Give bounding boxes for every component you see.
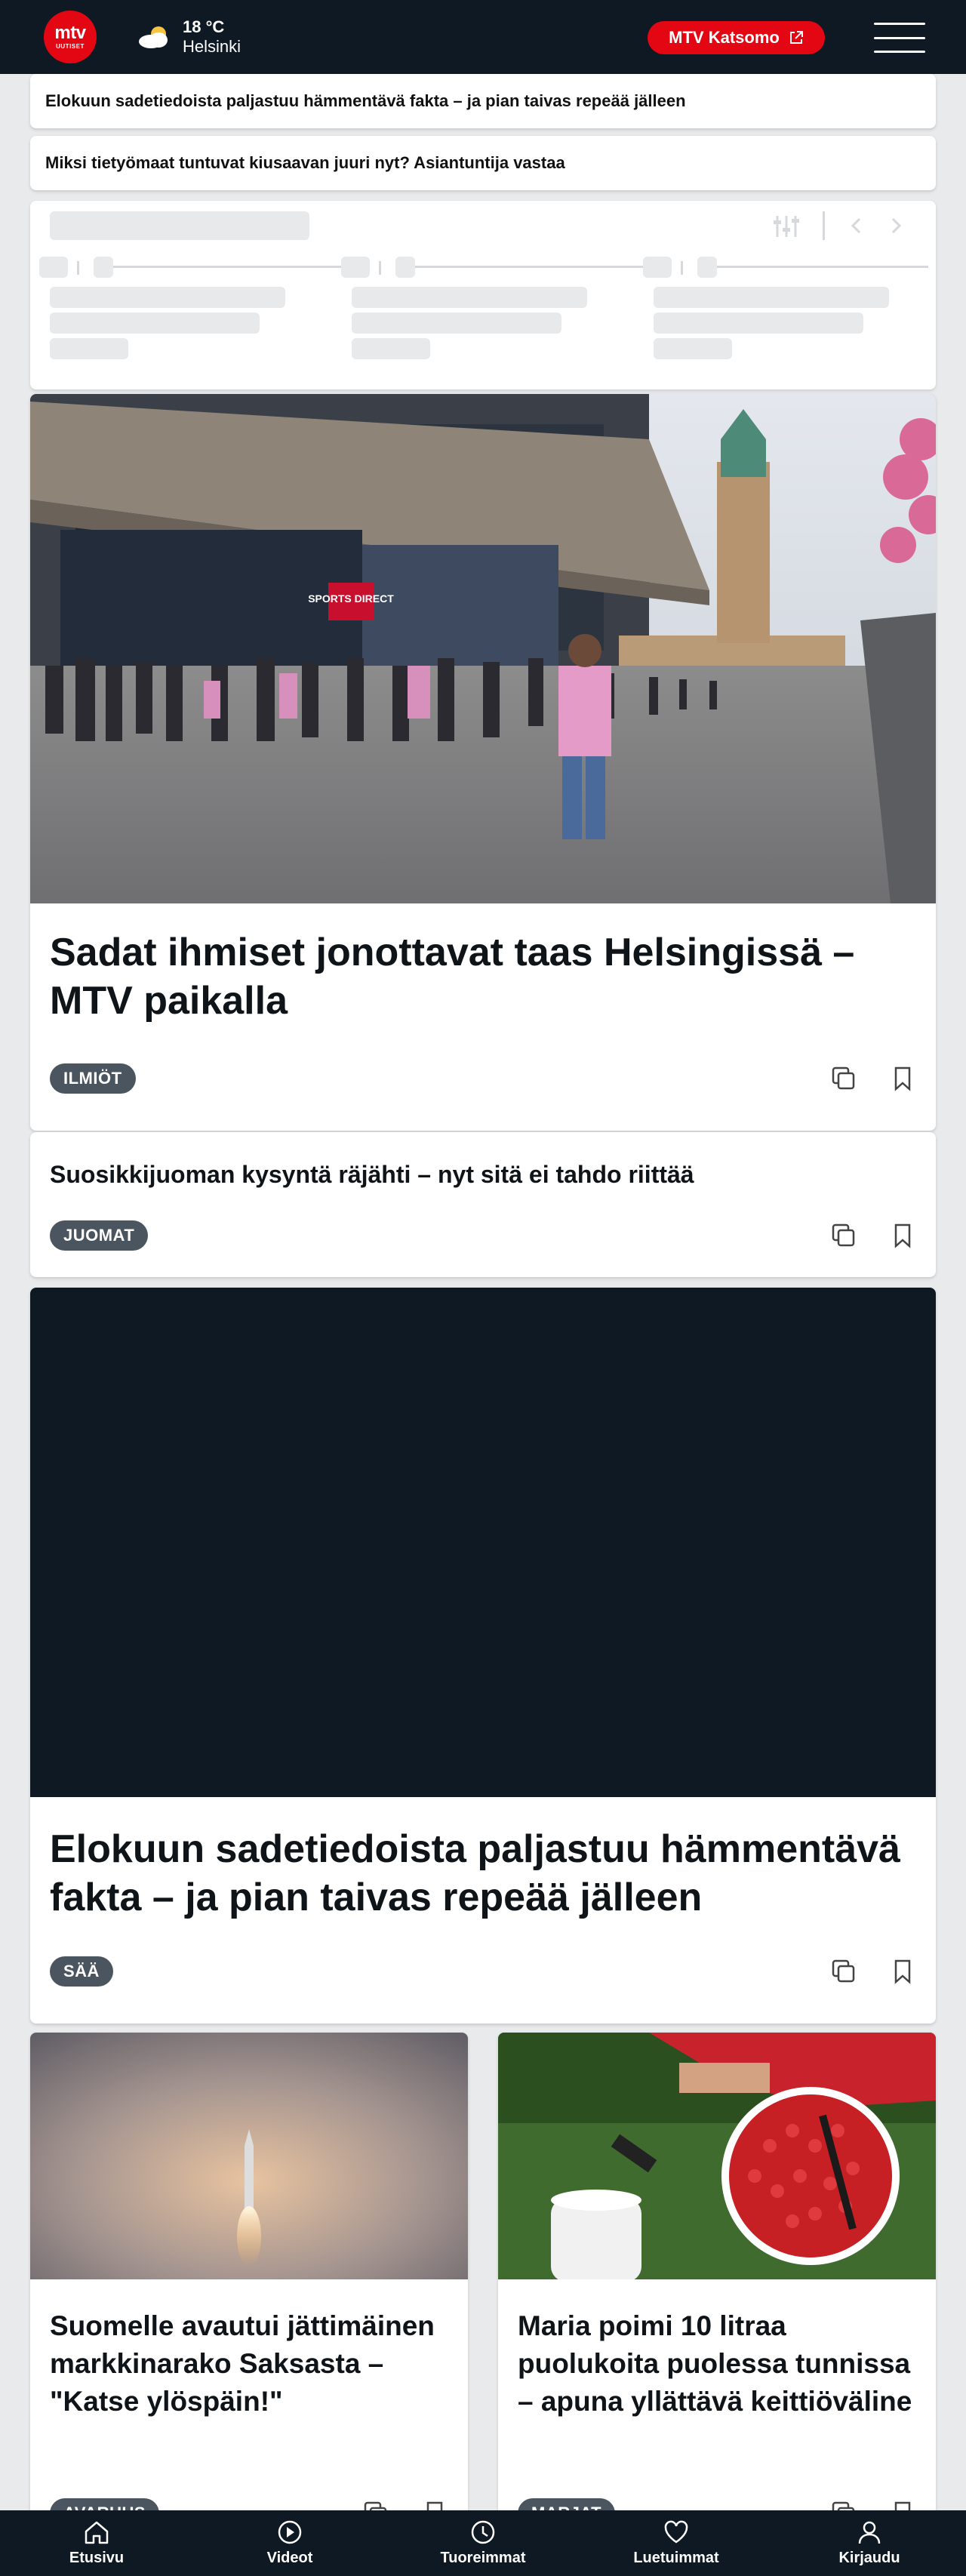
copy-icon[interactable] [830, 1222, 857, 1249]
article-title[interactable]: Elokuun sadetiedoista paljastuu hämmentä… [50, 1825, 918, 1922]
filter-icon[interactable] [771, 213, 801, 240]
nav-label: Tuoreimmat [440, 2550, 526, 2566]
weather-widget[interactable]: 18 °C Helsinki [136, 17, 241, 57]
link-item[interactable]: Elokuun sadetiedoista paljastuu hämmentä… [30, 74, 936, 128]
partly-cloudy-icon [136, 23, 174, 51]
link-text: Miksi tietyömaat tuntuvat kiusaavan juur… [45, 153, 565, 172]
article-title[interactable]: Maria poimi 10 litraa puolukoita puoless… [518, 2307, 918, 2421]
bookmark-icon[interactable] [889, 1222, 916, 1249]
hamburger-menu-icon[interactable] [874, 23, 925, 53]
weather-city: Helsinki [183, 37, 242, 56]
nav-item-videot[interactable]: Videot [214, 2519, 365, 2567]
nav-item-etusivu[interactable]: Etusivu [21, 2519, 172, 2567]
logo-subtext: UUTISET [56, 42, 85, 50]
user-icon [858, 2521, 881, 2544]
katsomo-label: MTV Katsomo [669, 28, 780, 47]
nav-item-kirjaudu[interactable]: Kirjaudu [794, 2519, 945, 2567]
article-title[interactable]: Suomelle avautui jättimäinen markkinarak… [50, 2307, 450, 2421]
mtv-logo[interactable]: mtv UUTISET [44, 11, 97, 63]
nav-label: Etusivu [69, 2550, 125, 2566]
article-card[interactable]: Suomelle avautui jättimäinen markkinarak… [30, 2033, 468, 2576]
article-image: SPORTS DIRECT [30, 394, 936, 903]
category-tag[interactable]: ILMIÖT [50, 1063, 136, 1094]
store-sign: SPORTS DIRECT [308, 592, 394, 605]
copy-icon[interactable] [830, 1958, 857, 1985]
loading-widget [30, 201, 936, 389]
article-image [498, 2033, 936, 2279]
article-title[interactable]: Sadat ihmiset jonottavat taas Helsingiss… [50, 928, 918, 1025]
article-image [30, 2033, 468, 2279]
link-text: Elokuun sadetiedoista paljastuu hämmentä… [45, 91, 686, 110]
katsomo-button[interactable]: MTV Katsomo [648, 21, 825, 54]
heart-icon [664, 2520, 688, 2544]
article-title[interactable]: Suosikkijuoman kysyntä räjähti – nyt sit… [50, 1159, 918, 1190]
home-icon [85, 2521, 109, 2544]
article-card[interactable]: SPORTS DIRECT Sadat ihmiset jonottavat t… [30, 394, 936, 1131]
chevron-right-icon[interactable] [884, 214, 907, 237]
nav-label: Luetuimmat [633, 2550, 719, 2566]
logo-text: mtv [54, 22, 86, 43]
copy-icon[interactable] [830, 1065, 857, 1092]
chevron-left-icon[interactable] [845, 214, 868, 237]
category-tag[interactable]: SÄÄ [50, 1956, 113, 1987]
play-icon [278, 2520, 302, 2544]
nav-label: Videot [266, 2550, 313, 2566]
article-card[interactable]: Maria poimi 10 litraa puolukoita puoless… [498, 2033, 936, 2576]
nav-label: Kirjaudu [838, 2550, 900, 2566]
temperature: 18 °C [183, 17, 225, 36]
clock-icon [471, 2520, 495, 2544]
nav-item-luetuimmat[interactable]: Luetuimmat [601, 2519, 752, 2567]
top-header: mtv UUTISET 18 °C Helsinki MTV Katsomo [0, 0, 966, 74]
bookmark-icon[interactable] [889, 1065, 916, 1092]
nav-item-tuoreimmat[interactable]: Tuoreimmat [408, 2519, 558, 2567]
bottom-navigation: Etusivu Videot Tuoreimmat Luetuimmat Kir… [0, 2510, 966, 2576]
category-tag[interactable]: JUOMAT [50, 1220, 149, 1251]
bookmark-icon[interactable] [889, 1958, 916, 1985]
article-card[interactable]: Elokuun sadetiedoista paljastuu hämmentä… [30, 1288, 936, 2024]
video-player[interactable] [30, 1288, 936, 1797]
external-link-icon [789, 31, 803, 44]
article-card[interactable]: Suosikkijuoman kysyntä räjähti – nyt sit… [30, 1132, 936, 1277]
link-item[interactable]: Miksi tietyömaat tuntuvat kiusaavan juur… [30, 136, 936, 190]
